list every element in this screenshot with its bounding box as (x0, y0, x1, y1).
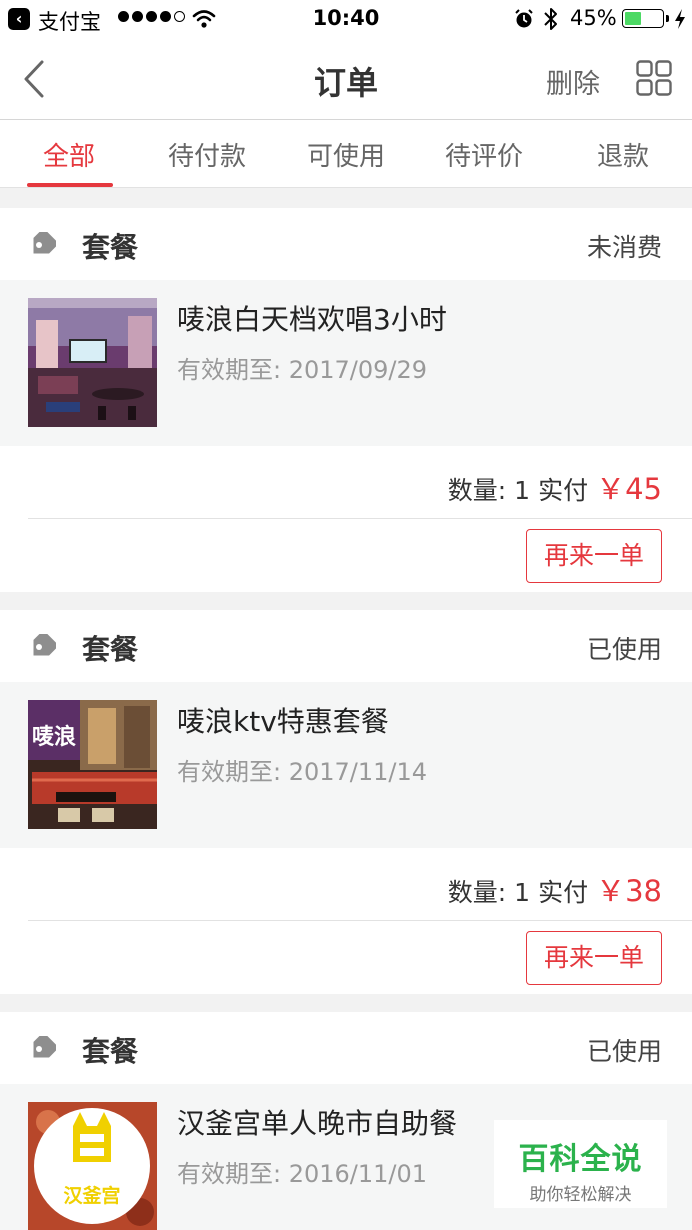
delete-button[interactable]: 删除 (546, 62, 600, 101)
order-status: 已使用 (586, 635, 662, 664)
reorder-button[interactable]: 再来一单 (526, 931, 662, 985)
order-product[interactable]: 唛浪 唛浪ktv特惠套餐 有效期至: 2017/11/14 (0, 682, 692, 848)
back-app-label[interactable]: 支付宝 (38, 6, 101, 36)
alarm-icon (515, 9, 533, 28)
wifi-icon (192, 10, 216, 28)
watermark-subtitle: 助你轻松解决 (529, 1185, 632, 1205)
tab-all[interactable]: 全部 (0, 136, 138, 173)
order-product[interactable]: 唛浪白天档欢唱3小时 有效期至: 2017/09/29 (0, 280, 692, 446)
divider (28, 518, 692, 519)
product-thumbnail: 汉釜宫 (28, 1102, 157, 1230)
paid-price: ￥45 (596, 472, 662, 506)
chevron-left-icon[interactable] (20, 58, 50, 100)
divider (28, 920, 692, 921)
order-status: 已使用 (586, 1037, 662, 1066)
order-card[interactable]: 套餐 已使用 唛浪 唛浪ktv特惠套餐 有效期至: 2017/11/14 数量:… (0, 610, 692, 994)
quantity-label: 数量: (447, 476, 507, 505)
tab-refund[interactable]: 退款 (554, 136, 692, 173)
order-type: 套餐 (82, 231, 139, 264)
battery-percent: 45% (570, 6, 617, 30)
battery-icon (622, 9, 664, 28)
grid-icon[interactable] (636, 60, 672, 96)
watermark-title: 百科全说 (518, 1142, 643, 1177)
battery-fill (625, 12, 642, 25)
back-to-app-icon[interactable]: ‹ (8, 8, 30, 30)
battery-tip (666, 15, 669, 22)
validity-date: 有效期至: 2017/09/29 (177, 356, 428, 384)
paid-label: 实付 (538, 878, 589, 907)
tag-icon (33, 634, 56, 656)
tab-usable[interactable]: 可使用 (277, 136, 415, 173)
order-status: 未消费 (586, 233, 662, 262)
bluetooth-icon (544, 8, 557, 30)
product-name: 唛浪ktv特惠套餐 (177, 705, 389, 738)
nav-bar: 订单 删除 (0, 38, 692, 120)
restaurant-logo-text: 汉釜宫 (63, 1184, 120, 1207)
product-thumbnail: 唛浪 (28, 700, 157, 829)
active-tab-indicator (27, 183, 113, 187)
order-card[interactable]: 套餐 未消费 唛浪白天档欢唱3小时 有效期至: 2017/09/29 数量: 1… (0, 208, 692, 592)
order-filter-tabs: 全部 待付款 可使用 待评价 退款 (0, 120, 692, 188)
order-summary: 数量: 1 实付 ￥38 (448, 868, 662, 910)
order-card-header: 套餐 未消费 (0, 208, 692, 280)
quantity-value: 1 (514, 476, 531, 505)
paid-label: 实付 (538, 476, 589, 505)
product-name: 唛浪白天档欢唱3小时 (177, 303, 447, 336)
order-summary: 数量: 1 实付 ￥45 (448, 466, 662, 508)
status-bar: ‹ 支付宝 10:40 45% (0, 0, 692, 38)
tab-pending-payment[interactable]: 待付款 (138, 136, 276, 173)
order-card-header: 套餐 已使用 (0, 610, 692, 682)
order-type: 套餐 (82, 633, 139, 666)
product-thumbnail (28, 298, 157, 427)
order-type: 套餐 (82, 1035, 139, 1068)
ktv-sign-text: 唛浪 (32, 724, 76, 750)
quantity-label: 数量: (447, 878, 507, 907)
order-card-header: 套餐 已使用 (0, 1012, 692, 1084)
watermark-badge: 百科全说 助你轻松解决 (494, 1120, 667, 1208)
tag-icon (33, 1036, 56, 1058)
validity-date: 有效期至: 2017/11/14 (177, 758, 428, 786)
product-name: 汉釜宫单人晚市自助餐 (177, 1107, 458, 1140)
tab-pending-review[interactable]: 待评价 (415, 136, 553, 173)
validity-date: 有效期至: 2016/11/01 (177, 1160, 428, 1188)
reorder-button[interactable]: 再来一单 (526, 529, 662, 583)
paid-price: ￥38 (596, 874, 662, 908)
quantity-value: 1 (514, 878, 531, 907)
tag-icon (33, 232, 56, 254)
charging-bolt-icon (675, 9, 685, 29)
signal-strength-icon (118, 11, 185, 22)
